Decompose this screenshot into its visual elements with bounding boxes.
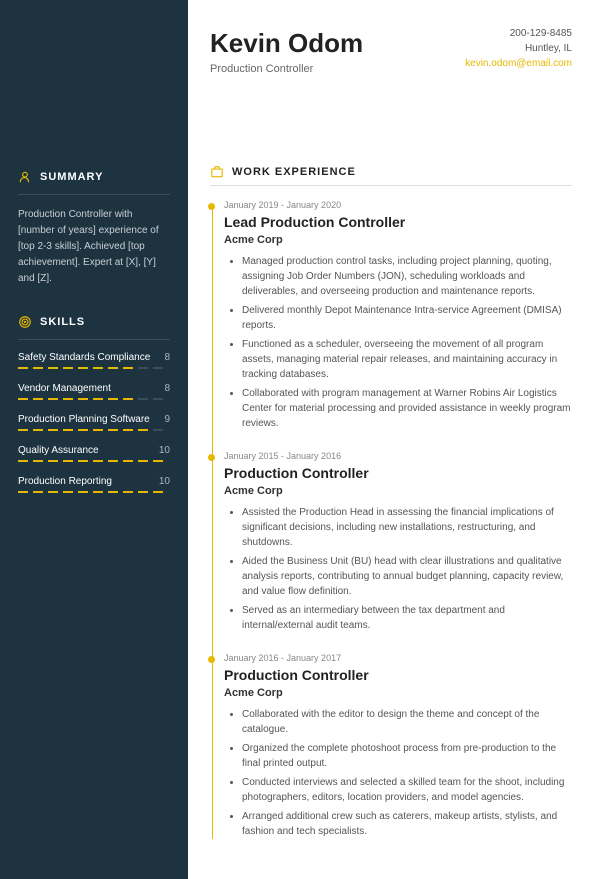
skill-rating: 9: [164, 414, 170, 425]
bullet: Conducted interviews and selected a skil…: [242, 775, 572, 805]
email: kevin.odom@email.com: [465, 58, 572, 69]
bullet: Collaborated with program management at …: [242, 386, 572, 431]
skill-bar: [18, 429, 170, 431]
bullet: Delivered monthly Depot Maintenance Intr…: [242, 303, 572, 333]
bullet: Arranged additional crew such as caterer…: [242, 809, 572, 839]
phone: 200-129-8485: [465, 28, 572, 39]
bullet: Organized the complete photoshoot proces…: [242, 741, 572, 771]
job-dates: January 2019 - January 2020: [224, 200, 572, 210]
skills-list: Safety Standards Compliance8Vendor Manag…: [18, 352, 170, 493]
bullet: Aided the Business Unit (BU) head with c…: [242, 554, 572, 599]
skill-name: Vendor Management: [18, 383, 111, 394]
experience-title: WORK EXPERIENCE: [232, 166, 356, 178]
job-bullets: Collaborated with the editor to design t…: [224, 707, 572, 839]
skill-bar: [18, 460, 170, 462]
skill-name: Production Planning Software: [18, 414, 150, 425]
skill-bar: [18, 367, 170, 369]
job-bullets: Assisted the Production Head in assessin…: [224, 505, 572, 633]
bullet: Managed production control tasks, includ…: [242, 254, 572, 299]
bullet: Functioned as a scheduler, overseeing th…: [242, 337, 572, 382]
job-dates: January 2015 - January 2016: [224, 451, 572, 461]
skill-item: Production Reporting 10: [18, 476, 170, 493]
skill-bar: [18, 491, 170, 493]
divider: [18, 339, 170, 340]
skills-title: SKILLS: [40, 316, 85, 328]
name-block: Kevin Odom Production Controller: [210, 28, 363, 75]
skill-rating: 8: [164, 383, 170, 394]
experience-header: WORK EXPERIENCE: [210, 165, 572, 186]
bullet: Assisted the Production Head in assessin…: [242, 505, 572, 550]
bullet: Collaborated with the editor to design t…: [242, 707, 572, 737]
job-title: Production Controller: [210, 63, 363, 75]
bullet: Served as an intermediary between the ta…: [242, 603, 572, 633]
job-bullets: Managed production control tasks, includ…: [224, 254, 572, 431]
skill-item: Production Planning Software 9: [18, 414, 170, 431]
skill-name: Production Reporting: [18, 476, 112, 487]
skills-header: SKILLS: [18, 315, 170, 329]
summary-header: SUMMARY: [18, 170, 170, 184]
job-entry: January 2019 - January 2020 Lead Producti…: [224, 200, 572, 431]
skill-name: Quality Assurance: [18, 445, 99, 456]
skill-item: Vendor Management 8: [18, 383, 170, 400]
skill-bar: [18, 398, 170, 400]
main-content: Kevin Odom Production Controller 200-129…: [188, 0, 594, 879]
briefcase-icon: [210, 165, 224, 179]
person-icon: [18, 170, 32, 184]
sidebar: SUMMARY Production Controller with [numb…: [0, 0, 188, 879]
job-company: Acme Corp: [224, 234, 572, 246]
target-icon: [18, 315, 32, 329]
skill-rating: 10: [159, 445, 170, 456]
summary-text: Production Controller with [number of ye…: [18, 207, 170, 287]
job-dates: January 2016 - January 2017: [224, 653, 572, 663]
location: Huntley, IL: [465, 43, 572, 54]
job-position: Production Controller: [224, 667, 572, 683]
job-entry: January 2016 - January 2017 Production Co…: [224, 653, 572, 839]
job-company: Acme Corp: [224, 485, 572, 497]
skill-item: Safety Standards Compliance 8: [18, 352, 170, 369]
job-entry: January 2015 - January 2016 Production Co…: [224, 451, 572, 633]
timeline: January 2019 - January 2020 Lead Producti…: [210, 200, 572, 839]
job-company: Acme Corp: [224, 687, 572, 699]
skill-rating: 8: [164, 352, 170, 363]
job-position: Production Controller: [224, 465, 572, 481]
summary-title: SUMMARY: [40, 171, 103, 183]
divider: [18, 194, 170, 195]
header: Kevin Odom Production Controller 200-129…: [210, 28, 572, 75]
skill-name: Safety Standards Compliance: [18, 352, 150, 363]
contact-block: 200-129-8485 Huntley, IL kevin.odom@emai…: [465, 28, 572, 75]
job-position: Lead Production Controller: [224, 214, 572, 230]
resume-page: SUMMARY Production Controller with [numb…: [0, 0, 594, 879]
skill-rating: 10: [159, 476, 170, 487]
name: Kevin Odom: [210, 28, 363, 59]
skill-item: Quality Assurance 10: [18, 445, 170, 462]
